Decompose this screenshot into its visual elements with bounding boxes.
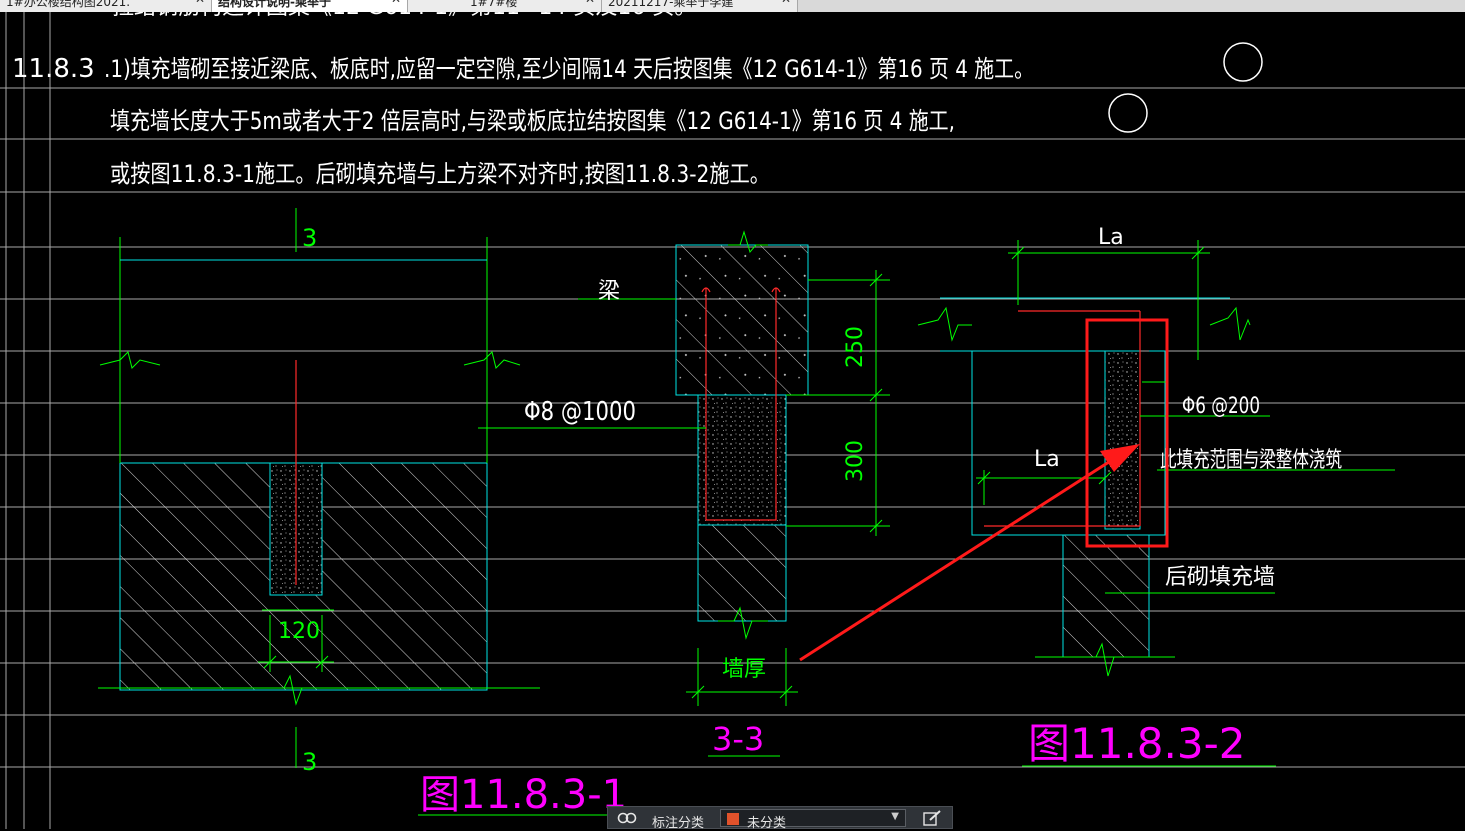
tab-label: 1#7#楼: [470, 0, 518, 9]
circle-marker-1: [1223, 42, 1263, 82]
dimension-120: 120: [278, 619, 320, 644]
tab-label: 1#办公楼结构图2021.: [6, 0, 131, 9]
la-top-label: La: [1098, 225, 1124, 250]
dimension-300: 300: [843, 440, 868, 482]
edit-icon[interactable]: [922, 810, 944, 826]
close-icon[interactable]: ✕: [585, 0, 595, 5]
dimension-250: 250: [843, 326, 868, 368]
cad-drawing-canvas[interactable]: 拉结钢筋构造详图集《12 G614-1》第11~14 页及16 页。 11.8.…: [0, 12, 1465, 829]
close-icon[interactable]: ✕: [391, 0, 401, 5]
annotation-category-bar: 标注分类 未分类 ▼: [607, 806, 953, 831]
category-color-swatch: [727, 813, 739, 825]
section-mark-top: 3: [302, 224, 317, 252]
beam-label: 梁: [598, 279, 620, 304]
clause-number: 11.8.3: [12, 54, 95, 84]
tab-building-1-7[interactable]: 1#7#楼 ✕: [408, 0, 602, 12]
circle-marker-2: [1108, 93, 1148, 133]
tab-label: 结构设计说明-乘举于: [218, 0, 331, 9]
close-icon[interactable]: ✕: [195, 0, 205, 5]
top-text-line: 拉结钢筋构造详图集《12 G614-1》第11~14 页及16 页。: [112, 12, 696, 20]
tab-office-building[interactable]: 1#办公楼结构图2021. ✕: [0, 0, 212, 12]
selected-category: 未分类: [747, 816, 787, 831]
wall-thickness-label: 墙厚: [722, 657, 766, 682]
clause-line-3: 或按图11.8.3-1施工。后砌填充墙与上方梁不对齐时,按图11.8.3-2施工…: [110, 160, 770, 188]
section-3-3: 梁 Φ8 @1000 250 300 墙厚 3-3: [478, 230, 890, 758]
figure-11-8-3-2: La La Φ6 @200 此填充范围与梁整体浇筑 后砌填充墙 图11.8.3-…: [917, 225, 1395, 768]
link-icon[interactable]: [616, 810, 638, 826]
chevron-down-icon: ▼: [891, 811, 899, 822]
document-tab-bar: 1#办公楼结构图2021. ✕ 结构设计说明-乘举于 ✕ 1#7#楼 ✕ 202…: [0, 0, 1465, 12]
integral-pour-note: 此填充范围与梁整体浇筑: [1160, 448, 1342, 473]
section-title-3-3: 3-3: [712, 720, 764, 758]
close-icon[interactable]: ✕: [781, 0, 791, 5]
tab-structural-notes[interactable]: 结构设计说明-乘举于 ✕: [212, 0, 408, 12]
clause-line-1: .1)填充墙砌至接近梁底、板底时,应留一定空隙,至少间隔14 天后按图集《12 …: [104, 55, 1034, 83]
la-mid-label: La: [1034, 447, 1060, 472]
figure-title-11-8-3-2: 图11.8.3-2: [1028, 719, 1245, 768]
annotation-category-label: 标注分类: [652, 816, 705, 831]
figure-title-11-8-3-1: 图11.8.3-1: [420, 772, 627, 818]
tab-label: 20211217-乘举于李建: [608, 0, 734, 9]
tab-20211217[interactable]: 20211217-乘举于李建 ✕: [602, 0, 798, 12]
stirrup-label: Φ6 @200: [1182, 394, 1260, 419]
annotation-category-select[interactable]: 未分类 ▼: [720, 809, 906, 831]
rebar-label: Φ8 @1000: [524, 397, 636, 427]
section-mark-bottom: 3: [302, 748, 317, 776]
infill-wall-label: 后砌填充墙: [1165, 565, 1275, 590]
clause-line-2: 填充墙长度大于5m或者大于2 倍层高时,与梁或板底拉结按图集《12 G614-1…: [110, 107, 955, 135]
